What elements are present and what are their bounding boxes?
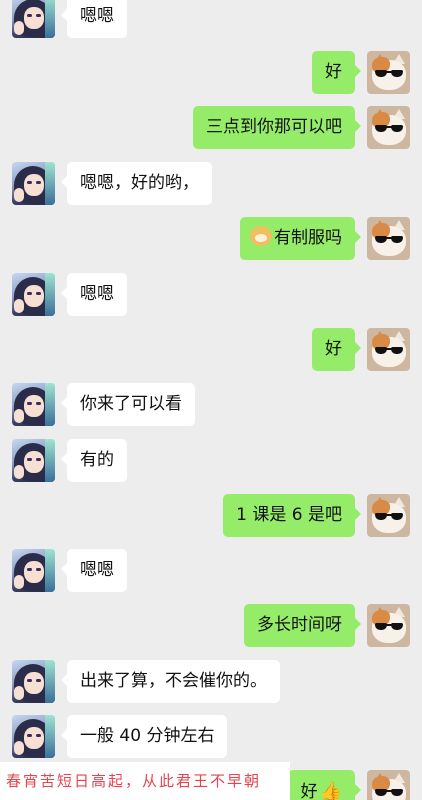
- message-bubble[interactable]: 嗯嗯: [61, 273, 127, 316]
- contact-avatar[interactable]: [12, 715, 55, 758]
- message-bubble[interactable]: 三点到你那可以吧: [193, 106, 361, 149]
- message-text: 有的: [80, 450, 114, 470]
- message-bubble[interactable]: 出来了算，不会催你的。: [61, 660, 280, 703]
- message-text: 嗯嗯，好的哟，: [80, 173, 199, 193]
- message-text: 1 课是 6 是吧: [236, 505, 342, 525]
- message-row: 一般 40 分钟左右: [0, 715, 422, 759]
- my-avatar[interactable]: [367, 51, 410, 94]
- message-row: 嗯嗯: [0, 273, 422, 317]
- sunglasses-icon: [375, 236, 403, 243]
- message-text: 好: [300, 782, 318, 800]
- contact-avatar[interactable]: [12, 549, 55, 592]
- message-bubble[interactable]: 嗯嗯: [61, 0, 127, 38]
- sunglasses-icon: [375, 789, 403, 796]
- message-row: 多长时间呀: [0, 604, 422, 648]
- message-row: 嗯嗯: [0, 549, 422, 593]
- contact-avatar[interactable]: [12, 660, 55, 703]
- my-avatar[interactable]: [367, 604, 410, 647]
- message-text: 嗯嗯: [80, 284, 114, 304]
- message-bubble[interactable]: 有的: [61, 439, 127, 482]
- my-avatar[interactable]: [367, 770, 410, 800]
- message-text: 出来了算，不会催你的。: [80, 671, 267, 691]
- contact-avatar[interactable]: [12, 383, 55, 426]
- message-row: 好: [0, 328, 422, 372]
- my-avatar[interactable]: [367, 106, 410, 149]
- message-row: 你来了可以看: [0, 383, 422, 427]
- message-text: 好: [325, 339, 342, 359]
- message-bubble[interactable]: 好: [312, 328, 361, 371]
- message-text: 有制服吗: [274, 228, 342, 248]
- message-bubble[interactable]: 嗯嗯，好的哟，: [61, 162, 212, 205]
- message-row: 三点到你那可以吧: [0, 106, 422, 150]
- message-bubble[interactable]: 1 课是 6 是吧: [223, 494, 361, 537]
- message-text: 三点到你那可以吧: [206, 117, 342, 137]
- sunglasses-icon: [375, 125, 403, 132]
- message-text: 你来了可以看: [80, 394, 182, 414]
- contact-avatar[interactable]: [12, 0, 55, 38]
- my-avatar[interactable]: [367, 217, 410, 260]
- message-row: 1 课是 6 是吧: [0, 494, 422, 538]
- message-text: 好: [325, 62, 342, 82]
- sunglasses-icon: [375, 513, 403, 520]
- doge-emoji-icon: [250, 226, 272, 246]
- message-bubble[interactable]: 有制服吗: [240, 217, 361, 260]
- message-text: 嗯嗯: [80, 560, 114, 580]
- sunglasses-icon: [375, 70, 403, 77]
- message-row: 嗯嗯: [0, 0, 422, 39]
- message-text: 嗯嗯: [80, 6, 114, 26]
- message-row: 有的: [0, 439, 422, 483]
- contact-avatar[interactable]: [12, 162, 55, 205]
- message-row: 嗯嗯，好的哟，: [0, 162, 422, 206]
- sunglasses-icon: [375, 623, 403, 630]
- message-text: 一般 40 分钟左右: [80, 726, 215, 746]
- message-row: 出来了算，不会催你的。: [0, 660, 422, 704]
- my-avatar[interactable]: [367, 328, 410, 371]
- message-bubble[interactable]: 嗯嗯: [61, 549, 127, 592]
- chat-area: 嗯嗯 好 三点到你那可以吧 嗯嗯，好的哟， 有制服吗 嗯嗯 好 你来了可以看 有…: [0, 0, 422, 800]
- thumbs-up-icon: 👍: [319, 781, 342, 800]
- message-bubble[interactable]: 你来了可以看: [61, 383, 195, 426]
- my-avatar[interactable]: [367, 494, 410, 537]
- message-row: 有制服吗: [0, 217, 422, 261]
- message-bubble[interactable]: 一般 40 分钟左右: [60, 715, 228, 758]
- contact-avatar[interactable]: [12, 439, 55, 482]
- sunglasses-icon: [375, 347, 403, 354]
- poem-caption-overlay: 春宵苦短日高起，从此君王不早朝: [0, 762, 290, 800]
- message-row: 好: [0, 51, 422, 95]
- message-bubble[interactable]: 好 👍: [287, 770, 362, 800]
- message-bubble[interactable]: 好: [312, 51, 361, 94]
- message-text: 多长时间呀: [257, 615, 342, 635]
- message-bubble[interactable]: 多长时间呀: [244, 604, 361, 647]
- contact-avatar[interactable]: [12, 273, 55, 316]
